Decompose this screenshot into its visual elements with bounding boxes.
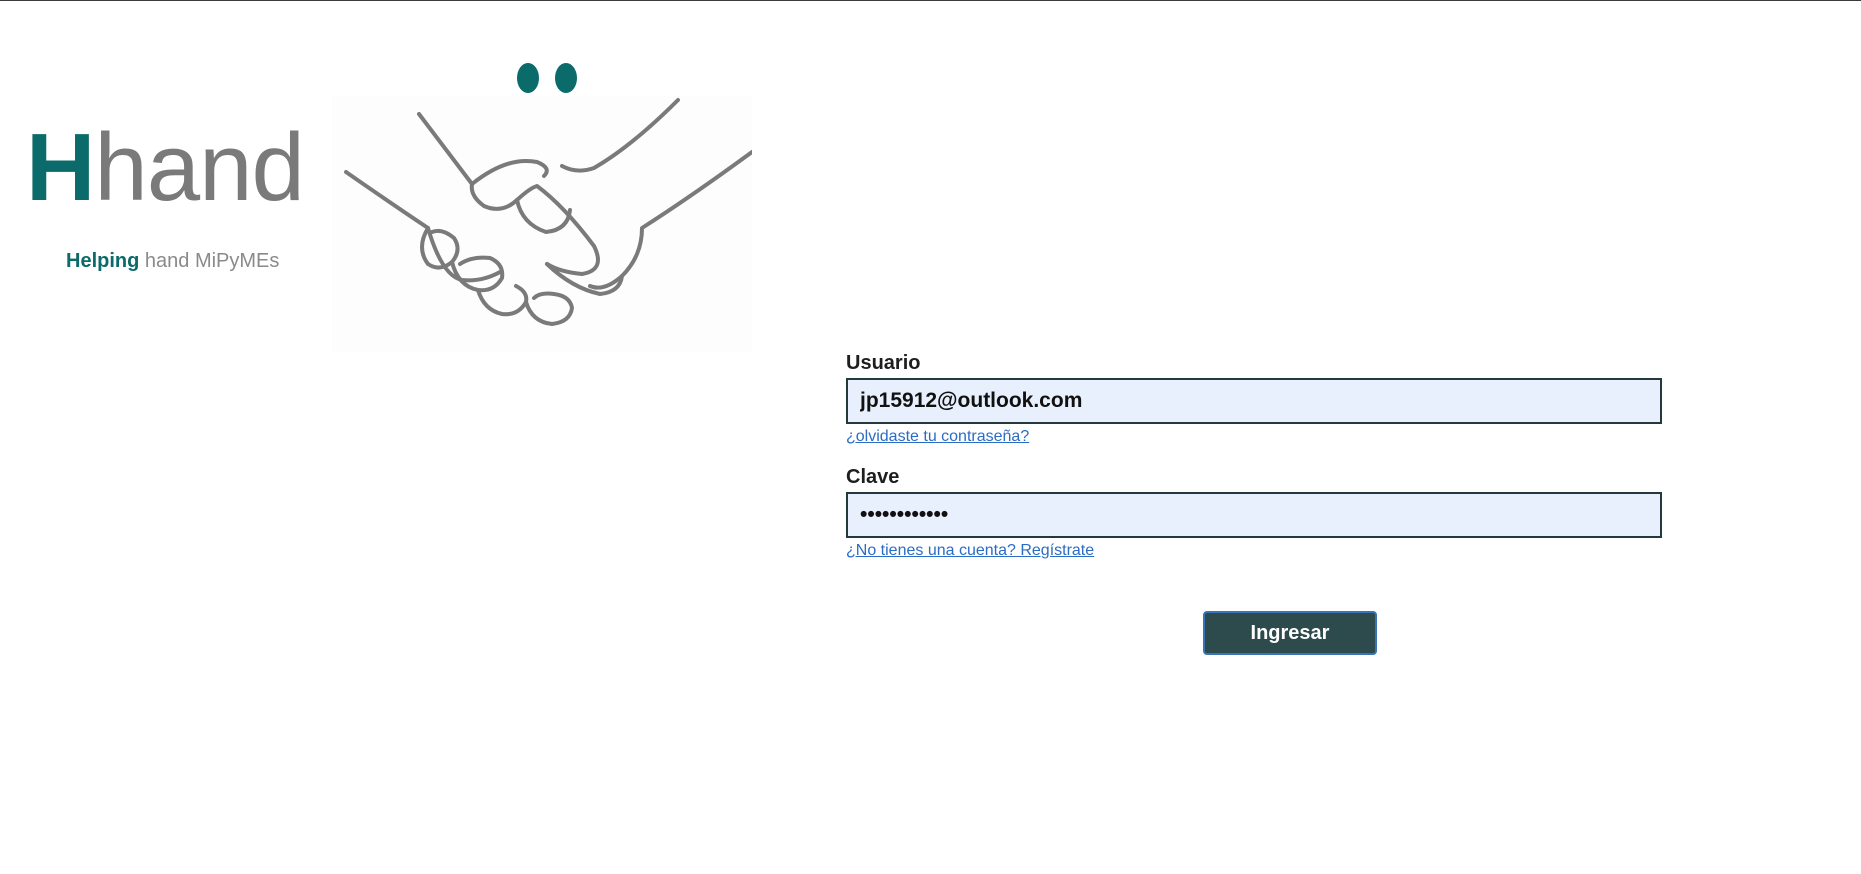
register-link[interactable]: ¿No tienes una cuenta? Regístrate bbox=[846, 540, 1094, 562]
logo-letter: H bbox=[26, 114, 95, 221]
forgot-password-link[interactable]: ¿olvidaste tu contraseña? bbox=[846, 426, 1029, 448]
brand-logo: Hhand bbox=[26, 118, 305, 218]
eyes-icon bbox=[517, 63, 577, 93]
field-spacer bbox=[846, 448, 1662, 464]
brand-tagline: Helping hand MiPyMEs bbox=[66, 250, 279, 273]
login-submit-button[interactable]: Ingresar bbox=[1203, 611, 1377, 655]
username-label: Usuario bbox=[846, 352, 921, 374]
logo-word-rest: hand bbox=[94, 114, 305, 221]
password-label: Clave bbox=[846, 466, 900, 488]
password-input[interactable] bbox=[846, 492, 1662, 538]
login-form: Usuario ¿olvidaste tu contraseña? Clave … bbox=[846, 350, 1662, 562]
tagline-strong: Helping bbox=[66, 250, 140, 272]
brand-logo-area: Hhand Helping hand MiPyMEs bbox=[0, 0, 760, 360]
username-input[interactable] bbox=[846, 378, 1662, 424]
handshake-illustration bbox=[332, 96, 754, 352]
handshake-icon bbox=[344, 98, 754, 326]
tagline-rest: hand MiPyMEs bbox=[139, 250, 280, 272]
